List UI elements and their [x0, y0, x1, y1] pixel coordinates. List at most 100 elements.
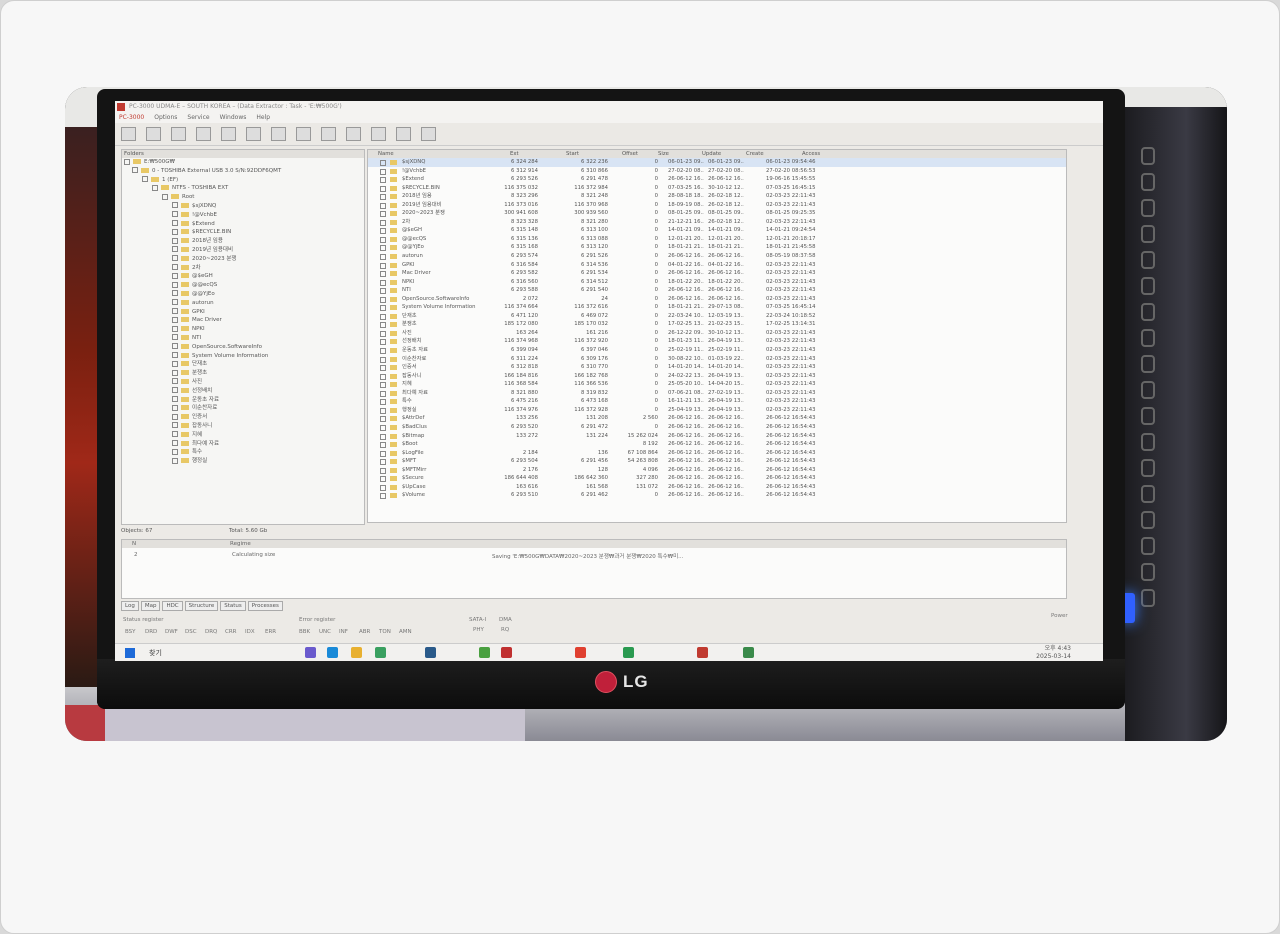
- tree-item[interactable]: 잡동사니: [122, 422, 364, 431]
- row-checkbox[interactable]: [380, 399, 386, 406]
- table-row[interactable]: $UpCase 163 616 161 568 131 072 26-06-12 16.…: [368, 483, 1066, 492]
- table-row[interactable]: 특수 6 475 216 6 473 168 0 16-11-21 13.. 26-04-…: [368, 397, 1066, 406]
- tree-item[interactable]: 행정실: [122, 457, 364, 466]
- tree-checkbox[interactable]: [172, 264, 178, 271]
- tree-checkbox[interactable]: [172, 211, 178, 218]
- row-checkbox[interactable]: [380, 288, 386, 295]
- tree-checkbox[interactable]: [172, 237, 178, 244]
- tree-item[interactable]: System Volume Information: [122, 352, 364, 361]
- tree-checkbox[interactable]: [172, 404, 178, 411]
- tree-item[interactable]: OpenSource.SoftwareInfo: [122, 343, 364, 352]
- tree-item[interactable]: Mac Driver: [122, 316, 364, 325]
- table-row[interactable]: 지혜 116 368 584 116 366 536 0 25-05-20 10.. 14…: [368, 380, 1066, 389]
- tree-checkbox[interactable]: [172, 290, 178, 297]
- column-header[interactable]: Start: [566, 150, 579, 158]
- row-checkbox[interactable]: [380, 390, 386, 397]
- row-checkbox[interactable]: [380, 433, 386, 440]
- sort-icon[interactable]: [421, 127, 436, 141]
- tree-checkbox[interactable]: [172, 246, 178, 253]
- task-icon[interactable]: [171, 127, 186, 141]
- tree-checkbox[interactable]: [172, 228, 178, 235]
- tree-checkbox[interactable]: [172, 360, 178, 367]
- table-row[interactable]: $MFTMirr 2 176 128 4 096 26-06-12 16.. 26-06-…: [368, 466, 1066, 475]
- table-row[interactable]: $AttrDef 133 256 131 208 2 560 26-06-12 16..…: [368, 414, 1066, 423]
- table-row[interactable]: 선정배치 116 374 968 116 372 920 0 18-01-23 11..…: [368, 337, 1066, 346]
- pc3000-taskbar-icon[interactable]: [697, 647, 708, 658]
- table-row[interactable]: @$eGH 6 315 148 6 313 100 0 14-01-21 09.. 14-…: [368, 226, 1066, 235]
- tab[interactable]: Log: [121, 601, 139, 611]
- tree-checkbox[interactable]: [124, 158, 130, 165]
- tree-item[interactable]: 단재초: [122, 360, 364, 369]
- tree-item[interactable]: $Extend: [122, 220, 364, 229]
- tree-item[interactable]: @@ecQS: [122, 281, 364, 290]
- tree-item[interactable]: @$eGH: [122, 272, 364, 281]
- row-checkbox[interactable]: [380, 365, 386, 372]
- tree-item[interactable]: 분쟁초: [122, 369, 364, 378]
- tree-item[interactable]: !@VchbE: [122, 211, 364, 220]
- tree-checkbox[interactable]: [172, 396, 178, 403]
- row-checkbox[interactable]: [380, 459, 386, 466]
- tree-icon[interactable]: [246, 127, 261, 141]
- tree-item[interactable]: 사진: [122, 378, 364, 387]
- tab[interactable]: Status: [220, 601, 246, 611]
- export-icon[interactable]: [271, 127, 286, 141]
- tree-checkbox[interactable]: [152, 184, 158, 191]
- app-icon-6[interactable]: [479, 647, 490, 658]
- row-checkbox[interactable]: [380, 424, 386, 431]
- tab[interactable]: Processes: [247, 601, 283, 611]
- tools-icon[interactable]: [146, 127, 161, 141]
- tree-checkbox[interactable]: [162, 193, 168, 200]
- menu-item[interactable]: Windows: [220, 113, 247, 123]
- tree-checkbox[interactable]: [172, 220, 178, 227]
- table-row[interactable]: 2020~2023 분쟁 300 941 608 300 939 560 0 08-01…: [368, 209, 1066, 218]
- tree-item[interactable]: $RECYCLE.BIN: [122, 228, 364, 237]
- app-icon-11[interactable]: [743, 647, 754, 658]
- menu-item[interactable]: PC-3000: [119, 113, 144, 123]
- row-checkbox[interactable]: [380, 407, 386, 414]
- row-checkbox[interactable]: [380, 322, 386, 329]
- tree-item[interactable]: 0 - TOSHIBA External USB 3.0 S/N:92DDF6Q…: [122, 167, 364, 176]
- tree-item[interactable]: GPKI: [122, 308, 364, 317]
- row-checkbox[interactable]: [380, 160, 386, 166]
- table-row[interactable]: 단재초 6 471 120 6 469 072 0 22-03-24 10.. 12-03…: [368, 312, 1066, 321]
- copy-icon[interactable]: [396, 127, 411, 141]
- table-row[interactable]: !@VchbE 6 312 914 6 310 866 0 27-02-20 08.. 2…: [368, 167, 1066, 176]
- tree-item[interactable]: E:₩500G₩: [122, 158, 364, 167]
- table-row[interactable]: 사진 163 264 161 216 0 26-12-22 09.. 30-10-12 1…: [368, 329, 1066, 338]
- tree-item[interactable]: 이순찬자료: [122, 404, 364, 413]
- menu-item[interactable]: Service: [187, 113, 209, 123]
- tree-checkbox[interactable]: [172, 281, 178, 288]
- table-row[interactable]: autorun 6 293 574 6 291 526 0 26-06-12 16.. 2…: [368, 252, 1066, 261]
- tree-item[interactable]: 2019년 임용대비: [122, 246, 364, 255]
- column-header[interactable]: Size: [658, 150, 669, 158]
- tree-item[interactable]: 2020~2023 분쟁: [122, 255, 364, 264]
- sata-icon[interactable]: [121, 127, 136, 141]
- tree-item[interactable]: $sjXDNQ: [122, 202, 364, 211]
- tree-checkbox[interactable]: [172, 413, 178, 420]
- row-checkbox[interactable]: [380, 194, 386, 201]
- tree-checkbox[interactable]: [132, 167, 138, 174]
- table-row[interactable]: $sjXDNQ 6 324 284 6 322 236 0 06-01-23 09.. 0…: [368, 158, 1066, 167]
- menu-item[interactable]: Options: [154, 113, 177, 123]
- tree-checkbox[interactable]: [172, 343, 178, 350]
- row-checkbox[interactable]: [380, 254, 386, 261]
- tree-checkbox[interactable]: [172, 369, 178, 376]
- tab[interactable]: Map: [140, 601, 161, 611]
- row-checkbox[interactable]: [380, 484, 386, 491]
- tree-item[interactable]: autorun: [122, 299, 364, 308]
- tree-checkbox[interactable]: [172, 352, 178, 359]
- table-row[interactable]: $LogFile 2 184 136 67 108 864 26-06-12 16.. 2…: [368, 449, 1066, 458]
- row-checkbox[interactable]: [380, 262, 386, 269]
- table-row[interactable]: $Bitmap 133 272 131 224 15 262 024 26-06-12 …: [368, 432, 1066, 441]
- row-checkbox[interactable]: [380, 185, 386, 192]
- table-row[interactable]: $RECYCLE.BIN 116 375 032 116 372 984 0 07-03…: [368, 184, 1066, 193]
- row-checkbox[interactable]: [380, 202, 386, 209]
- row-checkbox[interactable]: [380, 177, 386, 184]
- row-checkbox[interactable]: [380, 219, 386, 226]
- app-icon-4[interactable]: [375, 647, 386, 658]
- table-row[interactable]: Mac Driver 6 293 582 6 291 534 0 26-06-12 16…: [368, 269, 1066, 278]
- table-row[interactable]: System Volume Information 116 374 664 116 …: [368, 303, 1066, 312]
- table-row[interactable]: @@YjEo 6 315 168 6 313 120 0 18-01-21 21.. 18…: [368, 243, 1066, 252]
- row-checkbox[interactable]: [380, 313, 386, 320]
- edge-icon[interactable]: [327, 647, 338, 658]
